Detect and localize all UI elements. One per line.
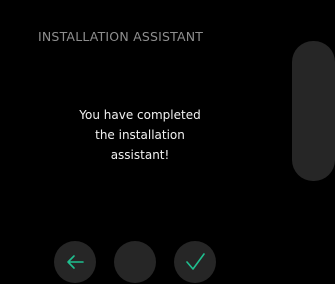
scrollbar[interactable]	[292, 41, 335, 181]
back-button[interactable]	[54, 241, 96, 283]
installation-assistant-screen: INSTALLATION ASSISTANT You have complete…	[0, 0, 335, 284]
page-title: INSTALLATION ASSISTANT	[38, 29, 204, 44]
blank-button[interactable]	[114, 241, 156, 283]
checkmark-icon	[186, 253, 205, 270]
confirm-button[interactable]	[174, 241, 216, 283]
message-line-2: the installation	[95, 128, 185, 142]
message-line-3: assistant!	[110, 148, 170, 162]
completion-message: You have completed the installation assi…	[50, 105, 230, 165]
arrow-left-icon	[67, 255, 84, 269]
message-line-1: You have completed	[79, 108, 201, 122]
